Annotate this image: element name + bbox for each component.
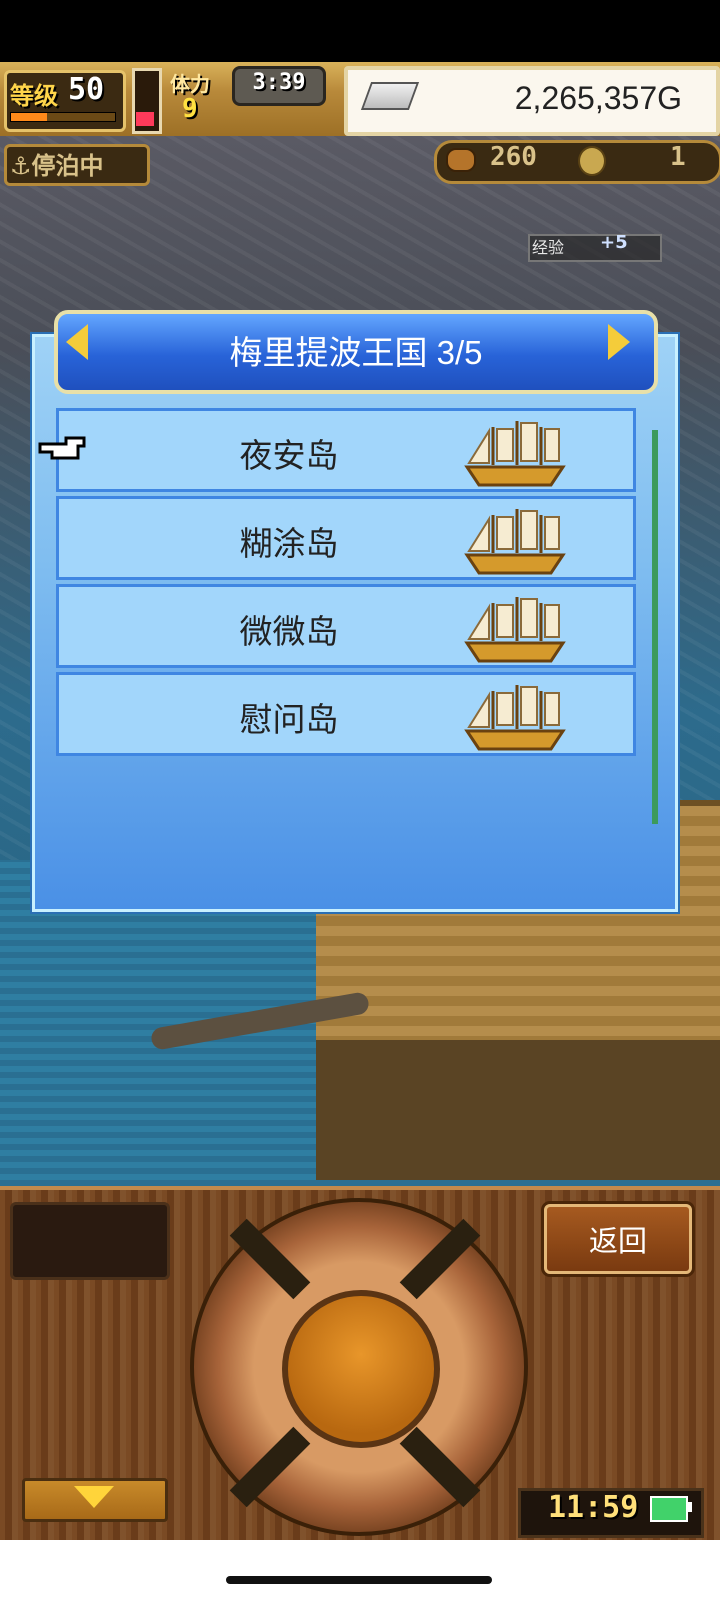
stamina-value: 9 — [182, 94, 198, 124]
prev-kingdom-arrow-icon[interactable] — [66, 324, 88, 360]
level-label: 等级 — [10, 82, 58, 110]
island-row[interactable]: 微微岛 — [56, 584, 636, 668]
sailing-ship-icon — [464, 597, 566, 663]
food-value: 260 — [490, 142, 537, 172]
coin-value: 1 — [670, 142, 686, 172]
island-row[interactable]: 糊涂岛 — [56, 496, 636, 580]
home-indicator[interactable] — [226, 1576, 492, 1584]
game-clock: 11:59 — [548, 1490, 639, 1525]
next-kingdom-arrow-icon[interactable] — [608, 324, 630, 360]
island-name: 微微岛 — [239, 612, 339, 651]
level-progress-fill — [11, 113, 47, 121]
docked-status-text: ⚓停泊中 — [10, 152, 104, 180]
player-ship-hull — [316, 1040, 720, 1180]
silver-bar-icon — [360, 82, 420, 110]
kingdom-title: 梅里提波王国 3/5 — [229, 334, 483, 371]
island-row[interactable]: 慰问岛 — [56, 672, 636, 756]
list-scrollbar[interactable] — [652, 430, 658, 824]
island-row[interactable]: 夜安岛 — [56, 408, 636, 492]
exp-value: +5 — [600, 232, 628, 253]
system-nav-bar — [0, 1540, 720, 1600]
sailing-ship-icon — [464, 421, 566, 487]
gold-amount: 2,265,357G — [514, 80, 682, 116]
stamina-gauge-fill — [136, 112, 154, 126]
pointing-hand-icon — [38, 436, 86, 460]
timer-text: 3:39 — [252, 70, 306, 95]
coin-icon — [578, 146, 606, 176]
status-bar — [0, 0, 720, 62]
food-icon — [446, 148, 476, 172]
back-button-label[interactable]: 返回 — [544, 1218, 692, 1260]
island-name: 慰问岛 — [239, 700, 339, 739]
wheel-center-button[interactable] — [282, 1290, 440, 1448]
level-value: 50 — [68, 72, 105, 107]
exp-label: 经验 — [532, 238, 565, 257]
down-arrow-icon — [74, 1486, 114, 1508]
sailing-ship-icon — [464, 685, 566, 751]
stamina-label: 体力 — [170, 72, 210, 96]
island-name: 夜安岛 — [239, 436, 339, 475]
island-name: 糊涂岛 — [239, 524, 339, 563]
battery-icon — [650, 1496, 688, 1522]
empty-slot — [10, 1202, 170, 1280]
battery-tip — [688, 1502, 692, 1512]
sailing-ship-icon — [464, 509, 566, 575]
